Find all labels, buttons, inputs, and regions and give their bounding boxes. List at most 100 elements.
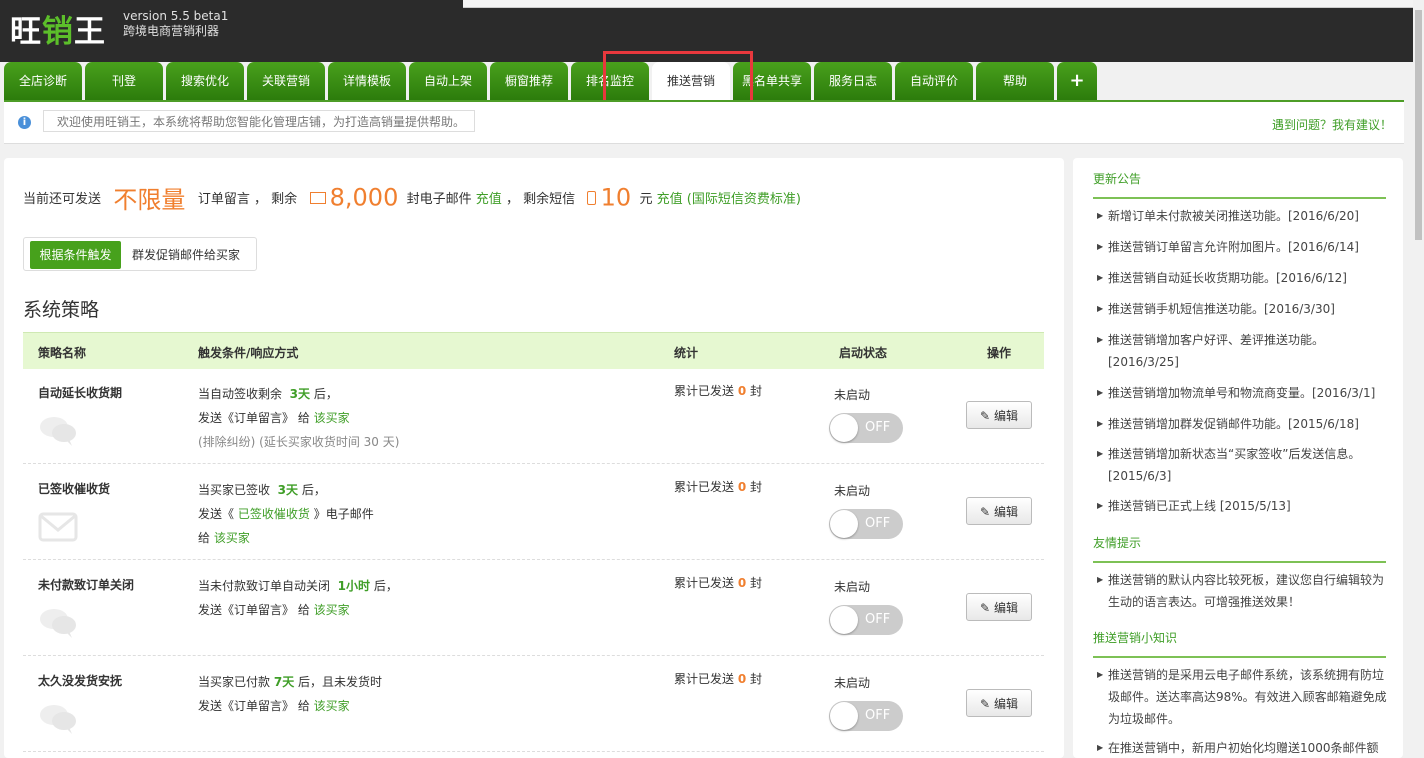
pencil-icon: ✎ <box>980 409 991 423</box>
trigger-condition: 当买家已签收 3天 后， 发送《 已签收催收货 》电子邮件 给 该买家 <box>198 483 374 545</box>
tip-item: ▶ 推送营销的默认内容比较死板，建议您自行编辑较为生动的语言表达。可增强推送效果！ <box>1097 573 1385 609</box>
col-actions: 操作 <box>987 346 1012 360</box>
tab-bulk-promo-email[interactable]: 群发促销邮件给买家 <box>132 241 252 269</box>
status-label: 未启动 <box>834 388 871 402</box>
pencil-icon: ✎ <box>980 697 991 711</box>
trigger-condition: 当买家已付款 7天 后，且未发货时 发送《订单留言》 给 该买家 <box>198 675 383 713</box>
add-tab-button[interactable]: + <box>1057 62 1097 100</box>
col-trigger: 触发条件/响应方式 <box>198 346 299 360</box>
strategy-name: 太久没发货安抚 <box>38 674 123 688</box>
knowledge-title: 推送营销小知识 <box>1093 631 1178 645</box>
strategy-name: 自动延长收货期 <box>38 386 123 400</box>
email-unit: 封电子邮件 <box>406 192 472 207</box>
status-label: 未启动 <box>834 580 871 594</box>
version-info: version 5.5 beta1 跨境电商营销利器 <box>123 9 228 39</box>
update-item[interactable]: ▶ 推送营销订单留言允许附加图片。[2016/6/14] <box>1097 236 1387 258</box>
trigger-condition: 当未付款致订单自动关闭 1小时 后， 发送《订单留言》 给 该买家 <box>198 579 398 617</box>
update-item[interactable]: ▶ 推送营销手机短信推送功能。[2016/3/30] <box>1097 298 1387 320</box>
info-icon: i <box>18 116 31 129</box>
update-item[interactable]: ▶ 推送营销增加新状态当“买家签收”后发送信息。[2015/6/3] <box>1097 443 1387 487</box>
enable-toggle[interactable]: OFF <box>829 605 903 635</box>
edit-button[interactable]: ✎ 编辑 <box>966 497 1032 525</box>
scrollbar-thumb[interactable] <box>1415 10 1422 240</box>
unlimited-value: 不限量 <box>113 186 186 214</box>
notice-bar: i 欢迎使用旺销王，本系统将帮助您智能化管理店铺，为打造高销量提供帮助。 遇到问… <box>4 100 1404 144</box>
enable-toggle[interactable]: OFF <box>829 413 903 443</box>
table-row: 自动延长收货期 当自动签收剩余 3天 后， 发送《订单留言》 给 该买家 (排除… <box>23 368 1044 464</box>
sent-count: 累计已发送 0 封 <box>674 384 763 398</box>
divider <box>1093 561 1386 563</box>
knowledge-item: ▶ 在推送营销中，新用户初始化均赠送1000条邮件额 <box>1097 741 1379 755</box>
sent-count: 累计已发送 0 封 <box>674 672 763 686</box>
sent-count: 累计已发送 0 封 <box>674 576 763 590</box>
logo[interactable]: 旺销王 <box>10 6 106 51</box>
tab-detail-template[interactable]: 详情模板 <box>328 62 406 100</box>
table-row: 已签收催收货 当买家已签收 3天 后， 发送《 已签收催收货 》电子邮件 给 该… <box>23 464 1044 560</box>
update-item[interactable]: ▶ 推送营销增加群发促销邮件功能。[2015/6/18] <box>1097 413 1387 435</box>
buyer-link[interactable]: 该买家 <box>314 411 350 425</box>
mail-icon <box>309 191 326 204</box>
buyer-link[interactable]: 该买家 <box>314 699 350 713</box>
divider <box>1093 656 1386 658</box>
update-item[interactable]: ▶ 推送营销增加物流单号和物流商变量。[2016/3/1] <box>1097 382 1387 404</box>
tab-auto-listing[interactable]: 自动上架 <box>409 62 487 100</box>
tab-listing[interactable]: 刊登 <box>85 62 163 100</box>
tips-title: 友情提示 <box>1093 536 1142 550</box>
sms-standard-link[interactable]: (国际短信资费标准) <box>687 192 801 207</box>
phone-icon <box>587 190 597 205</box>
buyer-link[interactable]: 该买家 <box>214 531 250 545</box>
knowledge-item: ▶ 推送营销的是采用云电子邮件系统，该系统拥有防垃圾邮件。送达率高达98%。有效进… <box>1097 668 1387 726</box>
pencil-icon: ✎ <box>980 601 991 615</box>
status-label: 未启动 <box>834 484 871 498</box>
tab-search-optimization[interactable]: 搜索优化 <box>166 62 244 100</box>
tab-condition-trigger[interactable]: 根据条件触发 <box>30 241 121 269</box>
col-stats: 统计 <box>674 346 699 360</box>
welcome-message: 欢迎使用旺销王，本系统将帮助您智能化管理店铺，为打造高销量提供帮助。 <box>43 110 475 132</box>
sent-count: 累计已发送 0 封 <box>674 480 763 494</box>
tab-help[interactable]: 帮助 <box>976 62 1054 100</box>
feedback-link[interactable]: 遇到问题？我有建议！ <box>1272 116 1392 133</box>
update-item[interactable]: ▶ 新增订单未付款被关闭推送功能。[2016/6/20] <box>1097 205 1387 227</box>
buyer-link[interactable]: 该买家 <box>314 603 350 617</box>
quota-lead: 当前还可发送 <box>23 192 102 207</box>
tab-related-marketing[interactable]: 关联营销 <box>247 62 325 100</box>
enable-toggle[interactable]: OFF <box>829 701 903 731</box>
edit-button[interactable]: ✎ 编辑 <box>966 593 1032 621</box>
tab-auto-review[interactable]: 自动评价 <box>895 62 973 100</box>
tab-store-diagnosis[interactable]: 全店诊断 <box>4 62 82 100</box>
sms-count: 10 <box>600 183 632 212</box>
status-label: 未启动 <box>834 676 871 690</box>
sms-recharge-link[interactable]: 充值 <box>657 192 683 207</box>
table-header: 策略名称 触发条件/响应方式 统计 启动状态 操作 <box>23 332 1044 369</box>
pencil-icon: ✎ <box>980 505 991 519</box>
table-row: 太久没发货安抚 当买家已付款 7天 后，且未发货时 发送《订单留言》 给 该买家… <box>23 656 1044 752</box>
update-item[interactable]: ▶ 推送营销增加客户好评、差评推送功能。[2016/3/25] <box>1097 329 1387 373</box>
strategy-name: 已签收催收货 <box>38 482 111 496</box>
main-panel: 当前还可发送 不限量 订单留言 ， 剩余 8,000 封电子邮件 充值 ， 剩余… <box>4 158 1064 758</box>
enable-toggle[interactable]: OFF <box>829 509 903 539</box>
email-recharge-link[interactable]: 充值 <box>476 192 502 207</box>
divider <box>1093 197 1386 199</box>
template-link[interactable]: 已签收催收货 <box>238 507 310 521</box>
trigger-condition: 当自动签收剩余 3天 后， 发送《订单留言》 给 该买家 (排除纠纷) (延长买… <box>198 387 400 449</box>
tab-showcase-recommend[interactable]: 橱窗推荐 <box>490 62 568 100</box>
slogan: 跨境电商营销利器 <box>123 24 220 38</box>
strategy-name: 未付款致订单关闭 <box>38 578 135 592</box>
col-status: 启动状态 <box>839 346 888 360</box>
updates-title: 更新公告 <box>1093 172 1142 186</box>
sms-lead: ， 剩余短信 <box>505 192 576 207</box>
sidebar: 更新公告 ▶ 新增订单未付款被关闭推送功能。[2016/6/20] ▶ 推送营销订单… <box>1073 158 1403 758</box>
update-item[interactable]: ▶ 推送营销已正式上线 [2015/5/13] <box>1097 495 1387 517</box>
table-row: 未付款致订单关闭 当未付款致订单自动关闭 1小时 后， 发送《订单留言》 给 该… <box>23 560 1044 656</box>
sms-unit: 元 <box>639 192 653 207</box>
mode-tabs: 根据条件触发 群发促销邮件给买家 <box>23 237 257 271</box>
edit-button[interactable]: ✎ 编辑 <box>966 401 1032 429</box>
chat-bubbles-icon <box>40 417 76 446</box>
quota-mid: 订单留言 ， 剩余 <box>197 192 298 207</box>
edit-button[interactable]: ✎ 编辑 <box>966 689 1032 717</box>
update-item[interactable]: ▶ 推送营销自动延长收货期功能。[2016/6/12] <box>1097 267 1387 289</box>
chat-bubbles-icon <box>40 609 76 638</box>
tab-service-log[interactable]: 服务日志 <box>814 62 892 100</box>
col-strategy-name: 策略名称 <box>38 346 87 360</box>
page-scrollbar[interactable] <box>1413 0 1424 758</box>
